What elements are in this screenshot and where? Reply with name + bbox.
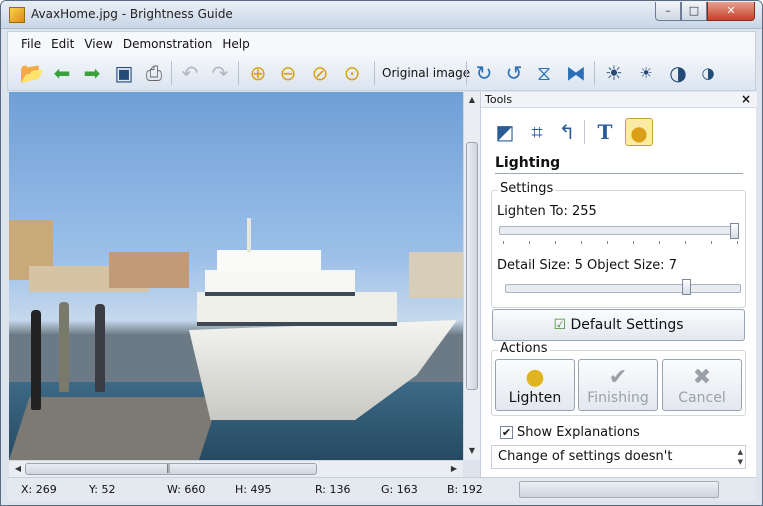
- object-size-slider[interactable]: [505, 284, 741, 293]
- rotate-left-icon[interactable]: ↺: [500, 59, 528, 87]
- status-r: R: 136: [315, 483, 351, 496]
- status-bar: X: 269 Y: 52 W: 660 H: 495 R: 136 G: 163…: [7, 477, 756, 501]
- contrast-down-icon[interactable]: ◑: [694, 59, 722, 87]
- horizontal-scrollbar[interactable]: ◀ ‖ ▶: [9, 460, 463, 477]
- explanation-text: Change of settings doesn't: [498, 449, 673, 464]
- status-x: X: 269: [21, 483, 57, 496]
- lighten-button[interactable]: ● Lighten: [495, 359, 575, 411]
- tools-header: Tools ×: [481, 92, 757, 108]
- toolbar: 📂 ⬅ ➡ ▣ ⎙ ↶ ↷ ⊕ ⊖ ⊘ ⊙ Original image ↻ ↺…: [7, 55, 756, 91]
- status-y: Y: 52: [89, 483, 116, 496]
- tools-close-icon[interactable]: ×: [741, 92, 751, 106]
- zoom-out-icon[interactable]: ⊖: [274, 59, 302, 87]
- flip-vertical-icon[interactable]: ⧖: [530, 59, 558, 87]
- zoom-actual-icon[interactable]: ⊙: [338, 59, 366, 87]
- undo-tool-icon[interactable]: ↰: [553, 118, 581, 146]
- rotate-right-icon[interactable]: ↻: [470, 59, 498, 87]
- contrast-up-icon[interactable]: ◑: [664, 59, 692, 87]
- vertical-scroll-thumb[interactable]: [466, 142, 478, 390]
- tools-panel: Tools × ◩ ⌗ ↰ T ● Lighting Settings Ligh…: [480, 92, 757, 477]
- close-button[interactable]: ✕: [707, 2, 755, 21]
- redo-icon[interactable]: ↷: [206, 59, 234, 87]
- lighten-to-slider-thumb[interactable]: [730, 223, 739, 239]
- minimize-button[interactable]: –: [655, 2, 681, 21]
- detail-object-size-label: Detail Size: 5 Object Size: 7: [497, 258, 677, 273]
- section-title: Lighting: [495, 155, 561, 171]
- forward-arrow-icon[interactable]: ➡: [78, 59, 106, 87]
- vertical-scrollbar[interactable]: ▲ ▼: [463, 92, 480, 460]
- scroll-down-icon[interactable]: ▼: [465, 446, 479, 455]
- lighten-to-label: Lighten To: 255: [497, 204, 597, 219]
- window-title: AvaxHome.jpg - Brightness Guide: [31, 7, 233, 21]
- open-icon[interactable]: 📂: [18, 59, 46, 87]
- crop-tool-icon[interactable]: ⌗: [523, 118, 551, 146]
- save-icon[interactable]: ▣: [110, 59, 138, 87]
- status-h: H: 495: [235, 483, 272, 496]
- checkmark-icon: ✔: [608, 365, 628, 390]
- cancel-button[interactable]: ✖ Cancel: [662, 359, 742, 411]
- menu-view[interactable]: View: [79, 32, 117, 56]
- menu-demonstration[interactable]: Demonstration: [118, 32, 218, 56]
- status-g: G: 163: [381, 483, 418, 496]
- undo-icon[interactable]: ↶: [176, 59, 204, 87]
- title-bar: AvaxHome.jpg - Brightness Guide – □ ✕: [1, 1, 762, 29]
- default-settings-button[interactable]: ☑ Default Settings: [492, 309, 745, 341]
- app-icon: [9, 7, 25, 23]
- lighting-tool-icon[interactable]: ●: [625, 118, 653, 146]
- zoom-fit-icon[interactable]: ⊘: [306, 59, 334, 87]
- finishing-button[interactable]: ✔ Finishing: [578, 359, 658, 411]
- tools-title: Tools: [485, 93, 513, 106]
- text-tool-icon[interactable]: T: [591, 118, 619, 146]
- image-canvas[interactable]: [9, 92, 463, 460]
- menu-bar: File Edit View Demonstration Help: [7, 31, 756, 55]
- explanation-spinner[interactable]: ▲ ▼: [738, 447, 743, 467]
- settings-label: Settings: [498, 181, 556, 196]
- original-image-button[interactable]: Original image: [382, 66, 470, 80]
- lightbulb-icon: ●: [525, 365, 545, 390]
- scroll-up-icon[interactable]: ▲: [465, 95, 479, 104]
- brightness-up-icon[interactable]: ☀: [600, 59, 628, 87]
- show-explanations-checkbox[interactable]: ✔: [500, 426, 513, 439]
- show-explanations-label[interactable]: Show Explanations: [517, 425, 640, 440]
- menu-help[interactable]: Help: [217, 32, 254, 56]
- object-size-slider-thumb[interactable]: [681, 279, 691, 295]
- resize-tool-icon[interactable]: ◩: [491, 118, 519, 146]
- print-icon[interactable]: ⎙: [140, 59, 168, 87]
- zoom-in-icon[interactable]: ⊕: [244, 59, 272, 87]
- scroll-right-icon[interactable]: ▶: [447, 464, 461, 473]
- back-arrow-icon[interactable]: ⬅: [48, 59, 76, 87]
- explanation-box[interactable]: Change of settings doesn't ▲ ▼: [491, 445, 746, 469]
- status-progress: [519, 481, 719, 498]
- flip-horizontal-icon[interactable]: ⧓: [562, 59, 590, 87]
- menu-file[interactable]: File: [16, 32, 46, 56]
- status-w: W: 660: [167, 483, 206, 496]
- app-window: AvaxHome.jpg - Brightness Guide – □ ✕ Fi…: [0, 0, 763, 506]
- cross-icon: ✖: [692, 365, 712, 390]
- maximize-button[interactable]: □: [681, 2, 707, 21]
- scroll-left-icon[interactable]: ◀: [11, 464, 25, 473]
- horizontal-scroll-thumb[interactable]: ‖: [25, 463, 317, 475]
- actions-label: Actions: [498, 341, 550, 356]
- lighten-to-slider[interactable]: [499, 226, 739, 235]
- status-b: B: 192: [447, 483, 483, 496]
- brightness-down-icon[interactable]: ☀: [632, 59, 660, 87]
- default-settings-icon: ☑: [553, 317, 567, 333]
- menu-edit[interactable]: Edit: [46, 32, 79, 56]
